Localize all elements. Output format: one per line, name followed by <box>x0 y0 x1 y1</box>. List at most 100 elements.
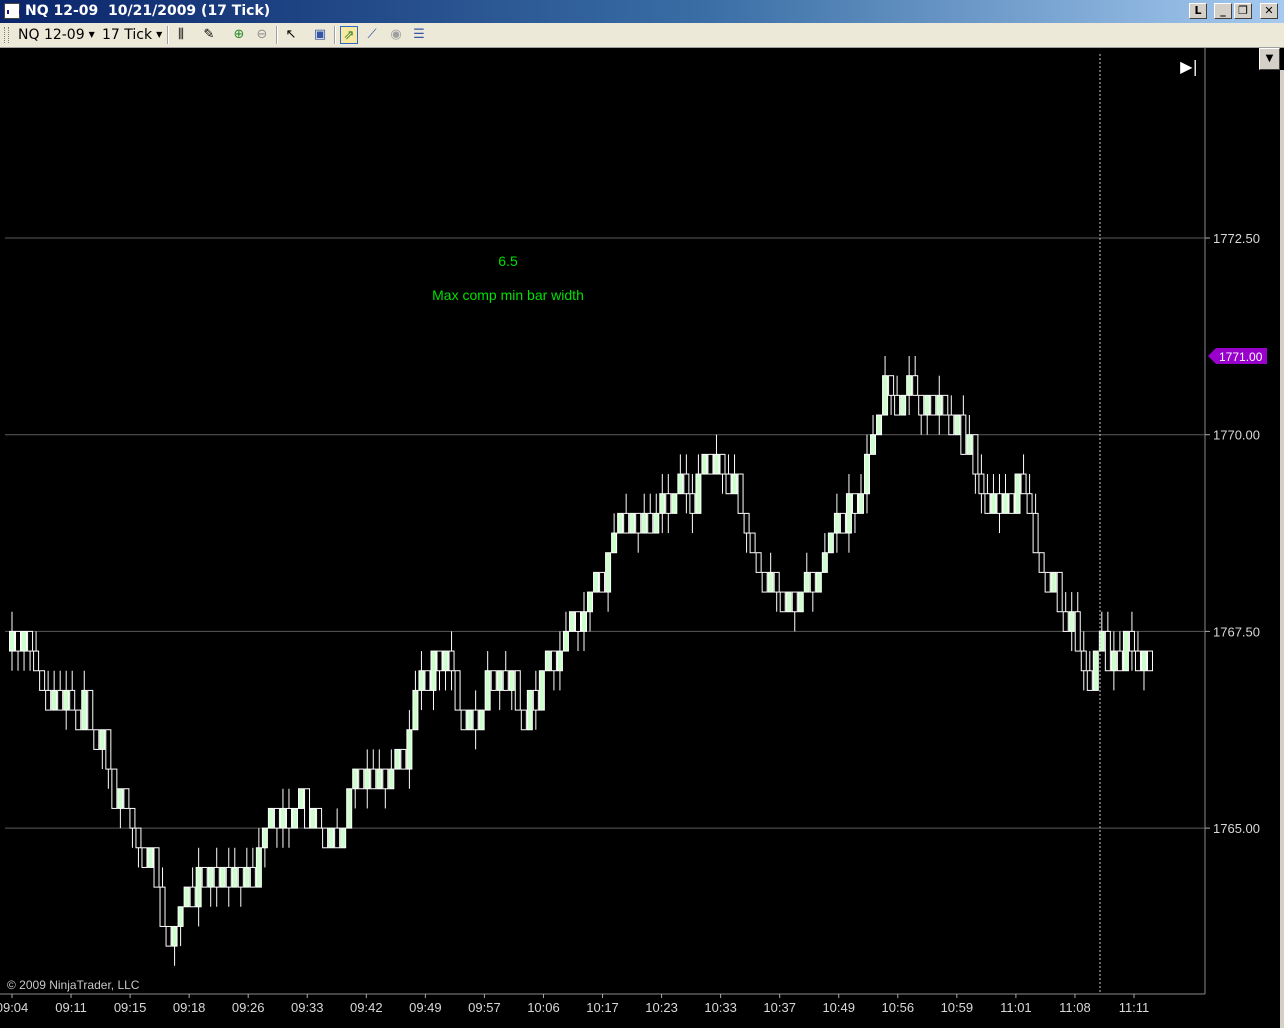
indicators-icon[interactable]: ⟋ <box>363 26 381 44</box>
price-bar <box>659 493 666 514</box>
window-title-bar[interactable]: NQ 12-09 10/21/2009 (17 Tick) L _ ❐ ✕ <box>0 0 1284 23</box>
price-chart[interactable]: 1772.50 1770.00 1767.50 1765.00 09:04 09:11 09… <box>0 48 1284 1028</box>
price-bar <box>1104 630 1111 672</box>
price-bar <box>201 866 208 888</box>
data-box-icon[interactable]: ⇗ <box>340 26 358 44</box>
toolbar-grip[interactable] <box>4 27 9 43</box>
price-bar <box>478 709 485 731</box>
zoom-in-icon[interactable]: ⊕ <box>230 26 248 44</box>
price-bar <box>370 768 377 790</box>
price-bar <box>1110 650 1117 672</box>
interval-dropdown[interactable]: 17 Tick ▼ <box>102 26 162 44</box>
chevron-down-icon: ▼ <box>156 30 163 39</box>
x-tick-label: 09:33 <box>291 1000 324 1015</box>
price-bar <box>195 866 202 908</box>
price-bar <box>737 473 744 514</box>
price-bar <box>1008 493 1015 514</box>
price-bar <box>153 847 160 888</box>
price-bar <box>279 807 286 829</box>
x-tick-label: 09:18 <box>173 1000 206 1015</box>
price-bar <box>1068 611 1075 632</box>
strategies-icon[interactable]: ◉ <box>387 26 405 44</box>
bar-type-icon[interactable]: ⫼ <box>172 26 190 44</box>
link-button[interactable]: L <box>1189 3 1207 19</box>
price-bar <box>424 670 431 691</box>
last-price-label: 1771.00 <box>1219 350 1263 364</box>
price-bar <box>183 886 190 908</box>
price-bar <box>556 650 563 672</box>
price-bar <box>689 493 696 514</box>
drawing-pencil-icon[interactable]: ✎ <box>200 26 218 44</box>
price-bar <box>159 886 166 927</box>
price-bar <box>743 512 750 534</box>
price-bar <box>821 552 828 573</box>
price-bar <box>436 650 443 672</box>
x-tick-label: 10:59 <box>941 1000 974 1015</box>
scroll-to-end-icon[interactable]: ▶| <box>1180 58 1198 76</box>
price-bar <box>719 453 726 475</box>
price-bar <box>1038 552 1045 573</box>
price-bar <box>593 571 600 593</box>
x-tick-label: 11:08 <box>1059 1000 1091 1015</box>
price-bar <box>231 866 238 888</box>
toolbar-separator <box>276 26 278 44</box>
chart-canvas[interactable]: 1772.50 1770.00 1767.50 1765.00 09:04 09:11 09… <box>0 48 1284 1028</box>
price-bar <box>273 807 280 829</box>
price-bar <box>1122 630 1129 672</box>
price-bar <box>574 611 581 632</box>
price-bar <box>532 689 539 711</box>
price-bar <box>671 493 678 514</box>
y-tick-label: 1767.50 <box>1213 624 1260 639</box>
x-tick-label: 10:33 <box>704 1000 737 1015</box>
restore-button[interactable]: ❐ <box>1234 3 1252 19</box>
price-bar <box>888 375 895 396</box>
price-bar <box>665 493 672 514</box>
price-bar <box>418 670 425 691</box>
price-bar <box>1134 650 1141 672</box>
price-bar <box>562 630 569 652</box>
price-bar <box>472 709 479 731</box>
price-bar <box>111 768 118 809</box>
price-bar <box>815 571 822 593</box>
x-tick-label: 09:42 <box>350 1000 383 1015</box>
price-bar <box>876 414 883 436</box>
instrument-dropdown[interactable]: NQ 12-09 ▼ <box>18 26 95 44</box>
chart-right-border <box>1280 70 1284 1028</box>
chevron-down-icon: ▼ <box>88 30 95 39</box>
price-bar <box>520 709 527 731</box>
price-bar <box>755 552 762 573</box>
price-bar <box>978 473 985 495</box>
app-chart-icon <box>4 3 21 19</box>
price-bar <box>611 532 618 554</box>
price-bar <box>117 788 124 809</box>
price-bar <box>352 768 359 790</box>
price-bar <box>382 768 389 790</box>
minimize-button[interactable]: _ <box>1214 3 1232 19</box>
price-bar <box>1074 611 1081 652</box>
price-bar <box>695 473 702 514</box>
price-bar <box>990 493 997 514</box>
price-bar <box>177 906 184 927</box>
x-tick-label: 10:17 <box>586 1000 619 1015</box>
close-button[interactable]: ✕ <box>1260 3 1278 19</box>
chart-properties-icon[interactable]: ☰ <box>410 26 428 44</box>
price-bar <box>526 689 533 731</box>
price-bar <box>954 414 961 436</box>
price-bar <box>912 375 919 396</box>
price-bar <box>864 453 871 495</box>
price-bar <box>213 866 220 888</box>
price-bar <box>502 670 509 691</box>
x-tick-label: 10:37 <box>763 1000 796 1015</box>
price-bar <box>1026 493 1033 514</box>
properties-icon[interactable]: ▣ <box>311 26 329 44</box>
price-bar <box>237 866 244 888</box>
price-bar <box>996 493 1003 514</box>
chart-menu-button[interactable]: ▼ <box>1259 48 1280 70</box>
price-bar <box>448 650 455 672</box>
price-bar <box>45 689 52 711</box>
x-tick-label: 11:11 <box>1119 1000 1150 1015</box>
price-bar <box>725 473 732 495</box>
cursor-icon[interactable]: ↖ <box>282 26 300 44</box>
price-bar <box>147 847 154 868</box>
zoom-out-icon[interactable]: ⊖ <box>253 26 271 44</box>
